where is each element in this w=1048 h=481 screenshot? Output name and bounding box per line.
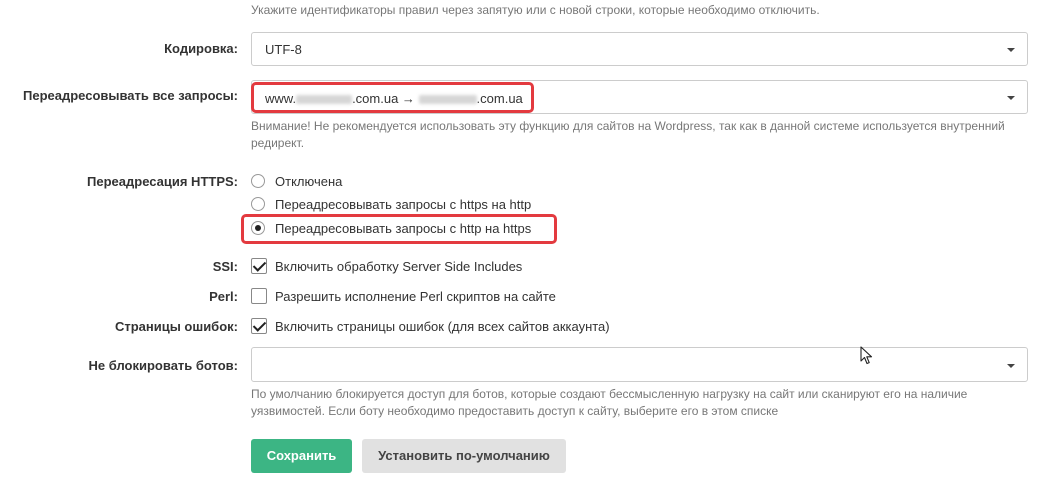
- chevron-down-icon: [1007, 364, 1015, 368]
- bots-hint: По умолчанию блокируется доступ для бото…: [251, 387, 968, 418]
- bots-label: Не блокировать ботов:: [88, 358, 238, 373]
- perl-checkbox-label[interactable]: Разрешить исполнение Perl скриптов на са…: [275, 289, 556, 304]
- error-pages-label: Страницы ошибок:: [114, 319, 238, 334]
- redirect-warning: Внимание! Не рекомендуется использовать …: [251, 119, 1005, 150]
- highlight-box: [241, 214, 557, 244]
- encoding-value: UTF-8: [265, 42, 302, 57]
- https-redirect-label: Переадресация HTTPS:: [87, 174, 238, 189]
- redirect-all-label: Переадресовывать все запросы:: [23, 88, 238, 103]
- radio-https-disabled[interactable]: [251, 174, 265, 188]
- radio-https-disabled-label[interactable]: Отключена: [275, 174, 342, 189]
- encoding-label: Кодировка:: [164, 41, 238, 56]
- chevron-down-icon: [1007, 48, 1015, 52]
- chevron-down-icon: [1007, 96, 1015, 100]
- reset-default-button[interactable]: Установить по-умолчанию: [362, 439, 566, 473]
- mouse-cursor-icon: [860, 346, 873, 365]
- ssi-checkbox-label[interactable]: Включить обработку Server Side Includes: [275, 259, 522, 274]
- radio-https-to-http[interactable]: [251, 197, 265, 211]
- perl-label: Perl:: [209, 289, 238, 304]
- highlight-box: [251, 82, 534, 113]
- perl-checkbox[interactable]: [251, 288, 267, 304]
- save-button[interactable]: Сохранить: [251, 439, 352, 473]
- bots-select[interactable]: [251, 347, 1028, 382]
- ssi-checkbox[interactable]: [251, 258, 267, 274]
- encoding-select[interactable]: UTF-8: [251, 32, 1028, 66]
- radio-https-to-http-label[interactable]: Переадресовывать запросы с https на http: [275, 197, 531, 212]
- waf-rules-hint: Укажите идентификаторы правил через запя…: [251, 3, 820, 17]
- error-pages-checkbox[interactable]: [251, 318, 267, 334]
- error-pages-checkbox-label[interactable]: Включить страницы ошибок (для всех сайто…: [275, 319, 610, 334]
- ssi-label: SSI:: [212, 259, 238, 274]
